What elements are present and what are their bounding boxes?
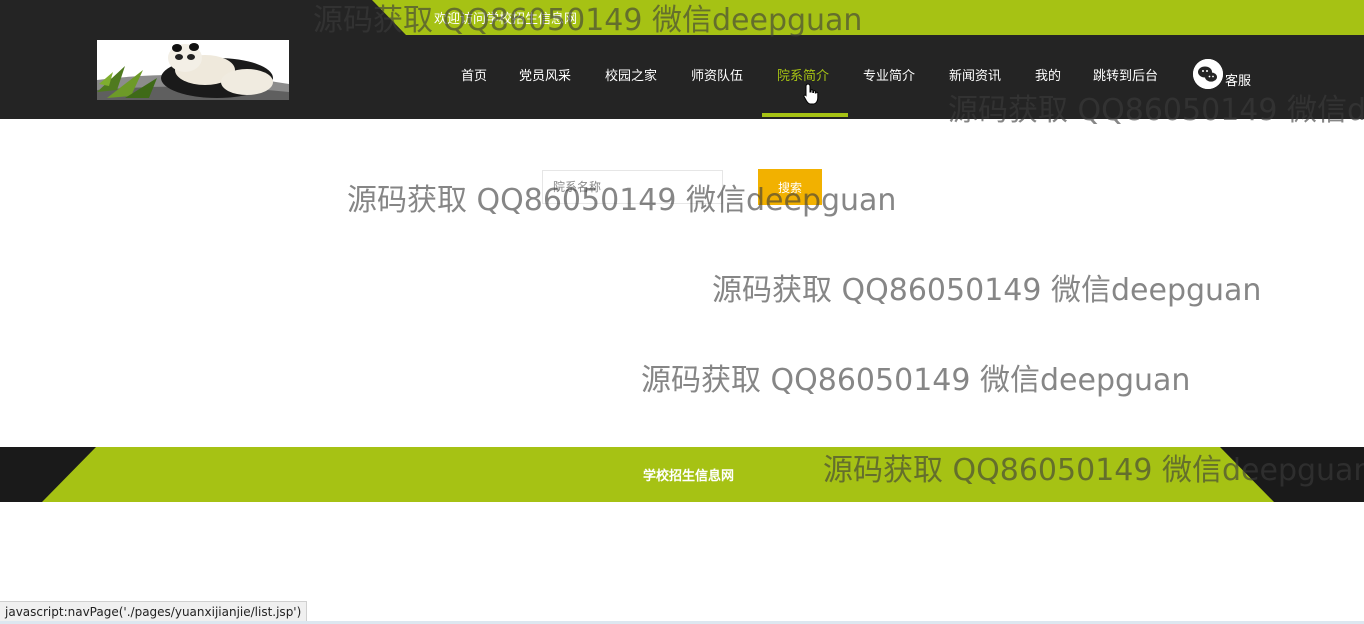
- watermark-text: 源码获取 QQ86050149 微信deepguan: [641, 363, 1191, 398]
- wechat-icon: [1193, 58, 1223, 89]
- search-button[interactable]: 搜索: [758, 169, 822, 205]
- main-nav: 首页 党员风采 校园之家 师资队伍 院系简介 专业简介 新闻资讯 我的 跳转到后…: [0, 35, 1364, 119]
- department-search-input[interactable]: [542, 170, 723, 204]
- top-welcome-bar: 欢迎访问学校招生信息网: [0, 0, 1364, 35]
- customer-service-button[interactable]: 客服: [1193, 58, 1251, 89]
- hand-cursor-icon: [803, 83, 819, 105]
- nav-item-campus[interactable]: 校园之家: [605, 65, 657, 84]
- nav-item-home[interactable]: 首页: [461, 65, 487, 84]
- nav-item-departments[interactable]: 院系简介: [777, 65, 829, 84]
- nav-item-mine[interactable]: 我的: [1035, 65, 1061, 84]
- site-footer: 学校招生信息网: [0, 447, 1364, 502]
- watermark-text: 源码获取 QQ86050149 微信deepguan: [712, 273, 1262, 308]
- customer-service-label: 客服: [1225, 74, 1252, 89]
- nav-item-faculty[interactable]: 师资队伍: [691, 65, 743, 84]
- nav-item-party-members[interactable]: 党员风采: [519, 65, 571, 84]
- top-bar-accent: [372, 0, 1364, 35]
- nav-item-majors[interactable]: 专业简介: [863, 65, 915, 84]
- footer-title: 学校招生信息网: [643, 469, 735, 484]
- welcome-text: 欢迎访问学校招生信息网: [434, 12, 578, 27]
- nav-item-admin[interactable]: 跳转到后台: [1093, 65, 1158, 84]
- site-header: 首页 党员风采 校园之家 师资队伍 院系简介 专业简介 新闻资讯 我的 跳转到后…: [0, 35, 1364, 119]
- nav-active-indicator: [762, 113, 848, 117]
- nav-item-news[interactable]: 新闻资讯: [949, 65, 1001, 84]
